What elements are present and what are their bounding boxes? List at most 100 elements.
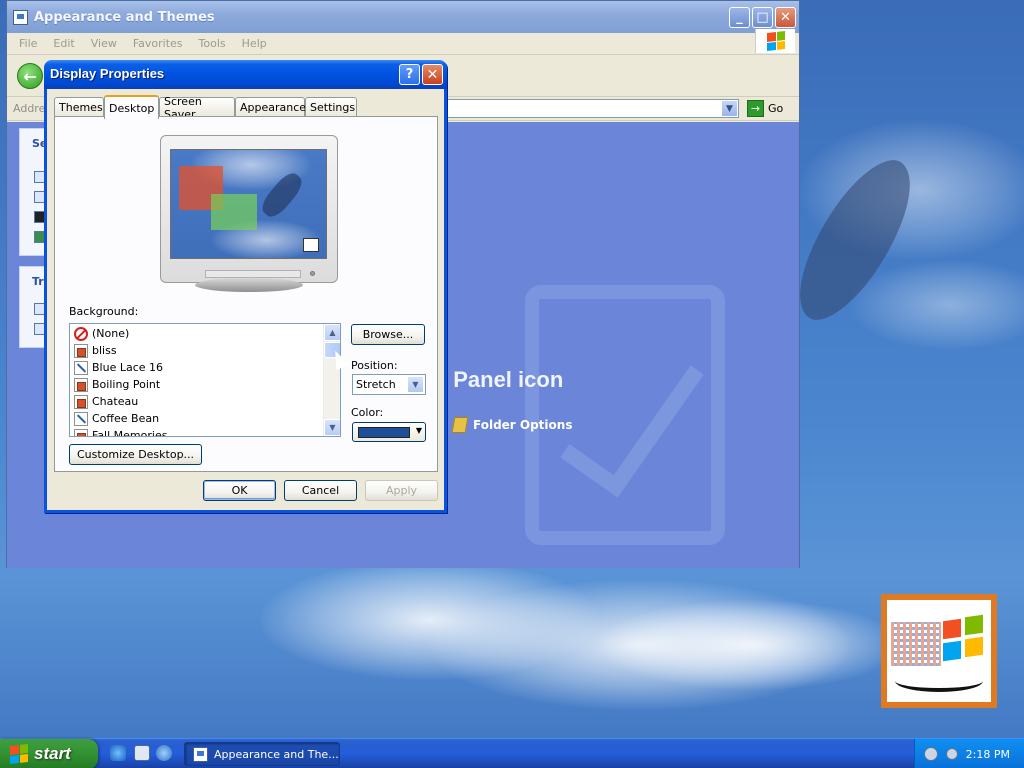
menu-edit[interactable]: Edit [45,37,82,50]
dialog-titlebar[interactable]: Display Properties ? ✕ [44,60,447,89]
scroll-up-icon[interactable]: ▲ [324,324,340,341]
network-icon[interactable] [923,747,938,761]
bitmap-icon [74,394,88,409]
panel-title: Tr [32,275,44,288]
task-label: Appearance and The... [214,747,339,761]
list-item[interactable]: Coffee Bean [74,410,159,427]
logo-flag-green [965,614,983,636]
tab-screen-saver[interactable]: Screen Saver [159,95,235,121]
scroll-down-icon[interactable]: ▼ [324,419,340,436]
position-label: Position: [351,359,398,372]
tab-settings[interactable]: Settings [305,97,357,117]
html-icon [74,360,88,375]
go-arrow-icon: → [747,100,764,117]
folder-options-icon [451,417,469,433]
list-item-label: Coffee Bean [92,412,160,425]
preview-windows-logo-icon [303,238,319,252]
chevron-down-icon: ▼ [415,426,422,435]
chevron-down-icon[interactable]: ▼ [407,376,424,393]
windows-logo-icon [10,744,28,764]
list-item-label: (None) [92,327,130,340]
desktop-tab-panel: Background: (None) bliss Blue Lace 16 Bo… [54,116,438,472]
media-player-icon[interactable] [156,745,172,761]
bitmap-icon [74,377,88,392]
menu-view[interactable]: View [83,37,125,50]
help-icon[interactable]: ? [399,64,420,85]
desktop-cloud [850,260,1024,350]
logo-flag-yellow [965,636,983,658]
clock[interactable]: 2:18 PM [966,748,1010,761]
desktop-cloud [600,600,900,690]
minimize-button[interactable]: _ [729,7,750,28]
tab-appearance[interactable]: Appearance [235,97,306,117]
color-label: Color: [351,406,384,419]
tab-desktop[interactable]: Desktop [104,95,159,119]
preview-screen [170,149,327,259]
menu-favorites[interactable]: Favorites [125,37,191,50]
maximize-button[interactable]: □ [752,7,773,28]
bitmap-icon [74,343,88,358]
folder-options-label: Folder Options [473,418,573,432]
list-item[interactable]: Chateau [74,393,138,410]
list-item[interactable]: Fall Memories [74,427,168,437]
list-item-label: Fall Memories [92,429,168,437]
logo-swoosh [895,670,983,692]
folder-options-link[interactable]: Folder Options [451,417,573,433]
color-swatch [358,427,410,438]
bitmap-icon [74,428,88,436]
show-desktop-icon[interactable] [134,745,150,761]
back-arrow-icon[interactable]: ← [17,63,43,89]
taskbar: start Appearance and The... 2:18 PM [0,738,1024,768]
html-icon [74,411,88,426]
windows-2000-logo [881,594,997,708]
list-item[interactable]: (None) [74,325,129,342]
color-picker-button[interactable]: ▼ [352,422,426,442]
taskbar-item-appearance-and-themes[interactable]: Appearance and The... [184,742,340,766]
list-item[interactable]: bliss [74,342,117,359]
close-icon[interactable]: ✕ [422,64,443,85]
background-list[interactable]: (None) bliss Blue Lace 16 Boiling Point … [69,323,341,437]
background-label: Background: [69,305,139,318]
menu-bar: File Edit View Favorites Tools Help [7,33,799,55]
list-scrollbar[interactable]: ▲ ▼ [323,324,340,436]
monitor-stand [195,278,303,292]
list-item-label: Chateau [92,395,139,408]
dialog-title: Display Properties [50,66,165,81]
ok-button[interactable]: OK [203,480,276,501]
logo-flag-blue [943,640,961,662]
windows-logo-icon [755,29,795,53]
menu-tools[interactable]: Tools [191,37,234,50]
none-icon [74,326,88,341]
logo-flag-red [943,618,961,640]
explorer-title: Appearance and Themes [34,9,215,25]
monitor-preview [160,135,338,283]
address-input[interactable]: ▼ [447,99,739,118]
position-select[interactable]: Stretch ▼ [352,374,426,395]
logo-dots [891,622,941,666]
customize-desktop-button[interactable]: Customize Desktop... [69,444,202,465]
list-item[interactable]: Boiling Point [74,376,160,393]
display-properties-dialog[interactable]: Display Properties ? ✕ Themes Desktop Sc… [44,60,447,513]
control-panel-icon [193,746,208,762]
apply-button[interactable]: Apply [365,480,438,501]
tab-themes[interactable]: Themes [54,97,104,117]
monitor-slot [205,270,301,278]
system-tray: 2:18 PM [914,739,1024,768]
close-icon[interactable]: ✕ [775,7,796,28]
start-button[interactable]: start [0,739,98,768]
cancel-button[interactable]: Cancel [284,480,357,501]
go-label: Go [768,102,784,115]
start-label: start [34,744,71,763]
menu-help[interactable]: Help [234,37,275,50]
go-button[interactable]: → Go [747,100,783,117]
list-item-label: bliss [92,344,117,357]
menu-file[interactable]: File [11,37,45,50]
internet-explorer-icon[interactable] [110,745,126,761]
browse-button[interactable]: Browse... [351,324,425,345]
volume-icon[interactable] [945,748,958,760]
list-item-label: Blue Lace 16 [92,361,164,374]
chevron-down-icon[interactable]: ▼ [721,100,738,117]
pick-control-panel-heading: l Panel icon [441,367,564,392]
list-item[interactable]: Blue Lace 16 [74,359,163,376]
explorer-titlebar[interactable]: Appearance and Themes [7,1,799,33]
